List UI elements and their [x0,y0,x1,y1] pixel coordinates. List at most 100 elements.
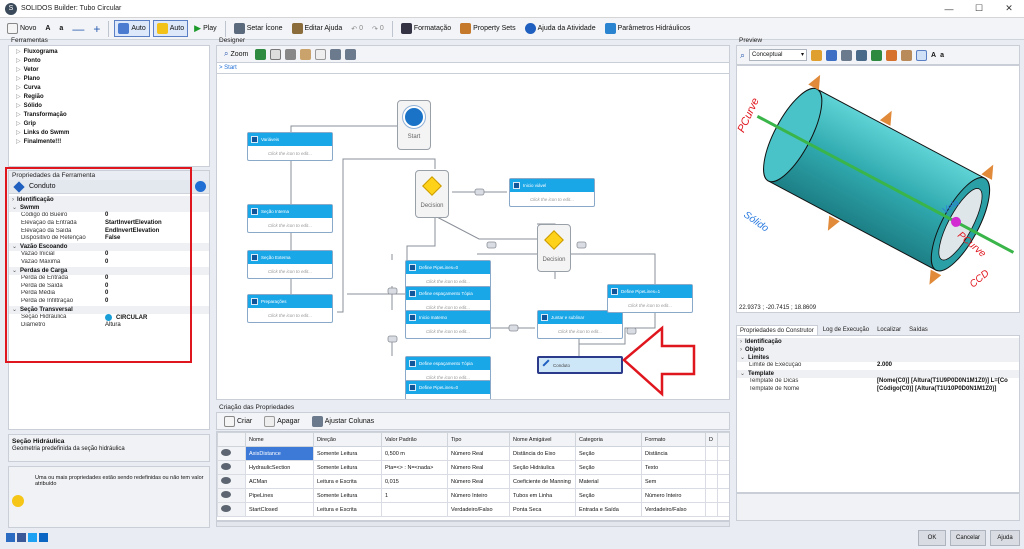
formatacao-button[interactable]: Formatação [398,20,454,37]
grid-icon[interactable] [345,48,357,60]
tab-construtor-2[interactable]: Localizar [874,325,904,335]
table-cell[interactable]: Seção [575,488,642,503]
table-row[interactable]: StartClosed Leitura e Escrita Verdadeiro/F… [217,502,729,517]
ajuda-atividade-button[interactable]: Ajuda da Atividade [522,20,599,37]
tool-category-item[interactable]: ▷ Links do Swmm [9,129,209,138]
column-header[interactable]: Tipo [447,432,510,447]
tool-category-item[interactable]: ▷ Curva [9,84,209,93]
decision-node-2[interactable]: Decision [537,224,571,272]
table-cell[interactable]: Entrada e Saída [575,502,642,517]
play-button[interactable]: ▶ Play [191,20,220,37]
facebook-icon[interactable] [17,533,26,542]
auto-run-button[interactable]: Auto [152,20,189,37]
table-cell[interactable]: Seção [575,460,642,475]
preview-viewport[interactable]: PCurve Sólido PCurve CCD Vela 22.9373 ; … [736,65,1020,313]
table-cell[interactable]: Somente Leitura [313,488,382,503]
table-cell[interactable]: Somente Leitura [313,460,382,475]
table-cell[interactable] [705,460,718,475]
font-smaller-button[interactable]: a [56,20,66,37]
tab-construtor-3[interactable]: Saídas [906,325,931,335]
minimize-button[interactable]: — [934,0,964,18]
tool-category-item[interactable]: ▷ Sólido [9,102,209,111]
perspective-icon[interactable] [841,49,853,61]
ok-button[interactable]: OK [918,530,946,546]
parametros-hidraulicos-button[interactable]: Parâmetros Hidráulicos [602,20,694,37]
flow-node[interactable]: Conduto [537,356,623,374]
decision-node-1[interactable]: Decision [415,170,449,218]
table-cell[interactable]: Texto [641,460,706,475]
zoom-out-button[interactable]: — [69,20,87,37]
flow-node[interactable]: Define PipeLines=0Click the icon to edit… [405,380,491,399]
table-cell[interactable]: Número Inteiro [447,488,510,503]
table-cell[interactable] [381,502,448,517]
table-cell[interactable] [705,502,718,517]
tool-category-item[interactable]: ▷ Plano [9,75,209,84]
table-cell[interactable]: PipeLines [245,488,314,503]
table-cell[interactable]: 0,015 [381,474,448,489]
table-cell[interactable]: Material [575,474,642,489]
start-node[interactable]: Start [397,100,431,150]
table-cell[interactable]: Coeficiente de Manning [509,474,576,489]
criar-button[interactable]: Criar [221,413,255,430]
column-header[interactable]: Categoria [575,432,642,447]
flow-node[interactable]: Inicio matemo Click the icon to edit... [405,310,491,339]
auto-layout-button[interactable]: Auto [114,20,150,37]
column-header[interactable]: Nome [245,432,314,447]
property-row[interactable]: Limite de Execução 2.000 [737,362,1019,370]
maximize-button[interactable]: ☐ [964,0,994,18]
property-category[interactable]: ⌄ Limites [737,354,1019,362]
pan-icon[interactable] [901,49,913,61]
tool-category-item[interactable]: ▷ Vetor [9,66,209,75]
font-bigger-button[interactable]: A [42,20,53,37]
paint-icon[interactable] [811,49,823,61]
zoom-button[interactable]: ⌕ Zoom [221,46,251,63]
redo-button[interactable]: ↷ 0 [369,20,387,37]
flow-node[interactable]: Variáveis Click the icon to edit... [247,132,333,161]
table-cell[interactable]: Somente Leitura [313,446,382,461]
table-cell[interactable]: Número Real [447,460,510,475]
table-cell[interactable]: Distância do Eixo [509,446,576,461]
table-cell[interactable]: Número Real [447,446,510,461]
table-cell[interactable]: HydraulicSection [245,460,314,475]
settings-icon[interactable] [6,533,15,542]
magnifier-icon[interactable]: ⌕ [740,50,745,61]
table-cell[interactable]: Tubos em Linha [509,488,576,503]
table-cell[interactable]: AxisDistance [245,446,314,461]
table-row[interactable]: PipeLines Somente Leitura 1 Número Inteiro T… [217,488,729,503]
paste-icon[interactable] [300,48,312,60]
table-cell[interactable]: Verdadeiro/Falso [641,502,706,517]
table-cell[interactable] [705,474,718,489]
tool-category-item[interactable]: ▷ Transformação [9,111,209,120]
property-value[interactable]: [Código(C0)] [Altura(T1U10P0D0N1M1Z0)] [877,386,996,394]
table-cell[interactable]: Sem [641,474,706,489]
flow-node[interactable]: Juntar e sublinar Click the icon to edit.… [537,310,623,339]
ajustar-colunas-button[interactable]: Ajustar Colunas [309,413,377,430]
flow-node[interactable]: Define PipeLines=0Click the icon to edit… [405,260,491,289]
link-icon[interactable] [195,181,206,192]
copy-icon[interactable] [270,48,282,60]
column-header[interactable]: Valor Padrão [381,432,448,447]
select-icon[interactable] [916,49,928,61]
grid-scrollbar[interactable] [216,521,730,527]
twitter-icon[interactable] [28,533,37,542]
property-sets-button[interactable]: Property Sets [457,20,518,37]
cut-icon[interactable] [285,48,297,60]
property-row[interactable]: Template de Nome [Código(C0)] [Altura(T1U… [737,386,1019,394]
tool-category-item[interactable]: ▷ Região [9,93,209,102]
ajuda-button[interactable]: Ajuda [990,530,1020,546]
property-category[interactable]: › Objeto [737,346,1019,354]
table-row[interactable]: HydraulicSection Somente Leitura Pta=<> : … [217,460,729,475]
table-cell[interactable]: Leitura e Escrita [313,474,382,489]
axes-icon[interactable] [871,49,883,61]
table-cell[interactable]: Ponta Seca [509,502,576,517]
flow-node[interactable]: Define PipeLines=1 Click the icon to edit… [607,284,693,313]
table-cell[interactable]: 0,500 m [381,446,448,461]
table-cell[interactable]: Distância [641,446,706,461]
breadcrumb[interactable]: > Start [216,63,730,74]
flow-node[interactable]: Preparações Click the icon to edit... [247,294,333,323]
tool-category-item[interactable]: ▷ Finalmente!!! [9,138,209,147]
column-header[interactable]: Direção [313,432,382,447]
table-cell[interactable]: Número Inteiro [641,488,706,503]
tool-category-item[interactable]: ▷ Ponto [9,57,209,66]
column-header[interactable]: D [705,432,718,447]
